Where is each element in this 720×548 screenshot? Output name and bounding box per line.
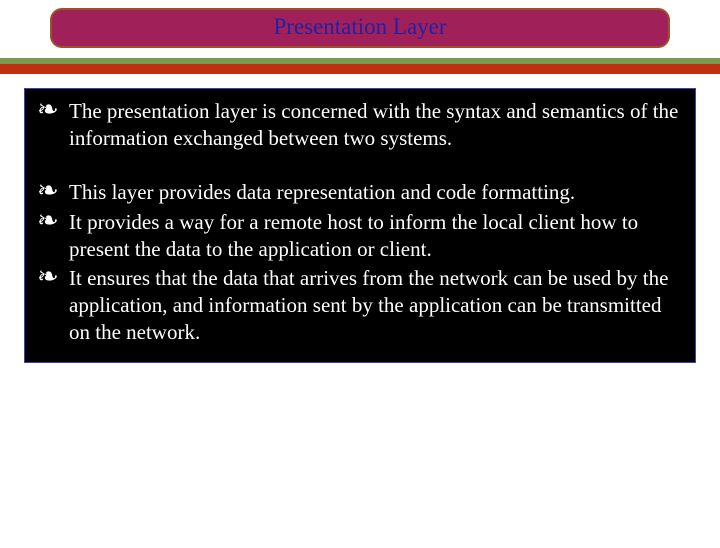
flourish-icon: ❧	[35, 97, 69, 123]
list-item: ❧ This layer provides data representatio…	[35, 178, 685, 206]
flourish-icon: ❧	[35, 264, 69, 290]
flourish-icon: ❧	[35, 208, 69, 234]
title-banner: Presentation Layer	[50, 8, 670, 48]
slide-title: Presentation Layer	[273, 14, 446, 39]
flourish-icon: ❧	[35, 178, 69, 204]
bullet-text: It ensures that the data that arrives fr…	[69, 264, 685, 346]
list-item: ❧ The presentation layer is concerned wi…	[35, 97, 685, 152]
content-panel: ❧ The presentation layer is concerned wi…	[24, 88, 696, 363]
bullet-text: This layer provides data representation …	[69, 178, 685, 206]
spacer	[35, 154, 685, 178]
list-item: ❧ It ensures that the data that arrives …	[35, 264, 685, 346]
divider-red	[0, 64, 720, 74]
bullet-text: It provides a way for a remote host to i…	[69, 208, 685, 263]
list-item: ❧ It provides a way for a remote host to…	[35, 208, 685, 263]
bullet-text: The presentation layer is concerned with…	[69, 97, 685, 152]
